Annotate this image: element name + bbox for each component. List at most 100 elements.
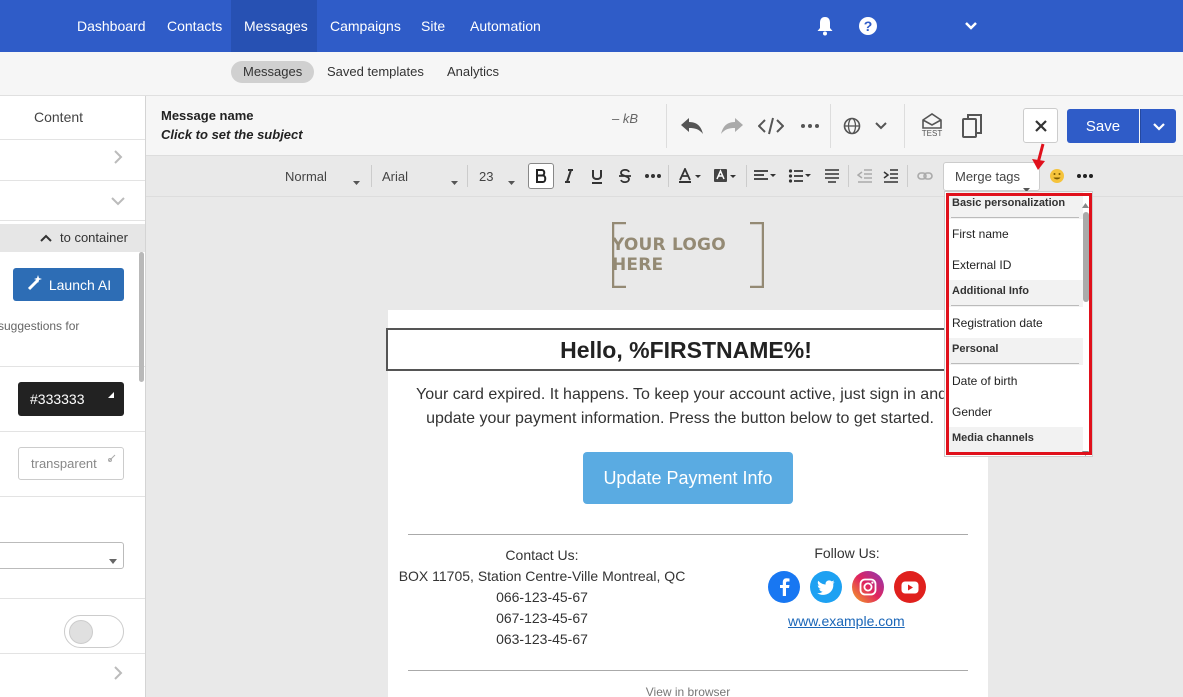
nav-site[interactable]: Site: [408, 0, 458, 52]
divider: [904, 104, 905, 148]
text-color-input[interactable]: #333333: [18, 382, 124, 416]
save-button[interactable]: Save: [1067, 109, 1139, 143]
more-icon[interactable]: [640, 163, 666, 189]
panel-scrollbar[interactable]: [139, 252, 144, 382]
resize-corner-icon: [108, 376, 114, 410]
background-color-input[interactable]: transparent: [18, 447, 124, 480]
message-name[interactable]: Message name: [161, 108, 254, 123]
nav-messages[interactable]: Messages: [231, 0, 317, 52]
bold-button[interactable]: [528, 163, 554, 189]
logo-placeholder[interactable]: YOUR LOGO HERE: [612, 222, 764, 288]
copy-icon[interactable]: [959, 112, 985, 140]
paragraph-style-select[interactable]: Normal: [285, 167, 327, 187]
close-icon: [1034, 113, 1048, 139]
website-link[interactable]: www.example.com: [788, 613, 905, 629]
divider: [907, 165, 908, 187]
globe-icon[interactable]: [841, 115, 863, 137]
panel-select[interactable]: [0, 542, 124, 569]
message-size: – kB: [612, 111, 639, 126]
subnav-saved-templates[interactable]: Saved templates: [315, 61, 436, 83]
link-icon[interactable]: [912, 163, 938, 189]
contact-address: BOX 11705, Station Centre-Ville Montreal…: [398, 568, 686, 584]
divider: [0, 598, 145, 599]
contact-title: Contact Us:: [505, 547, 579, 563]
subnav-analytics[interactable]: Analytics: [435, 61, 511, 83]
underline-button[interactable]: [584, 163, 610, 189]
chevron-down-icon: [1152, 119, 1165, 134]
undo-icon[interactable]: [678, 114, 706, 138]
indent-button[interactable]: [878, 163, 904, 189]
launch-ai-button[interactable]: Launch AI: [13, 268, 124, 301]
font-size-select[interactable]: 23: [479, 167, 493, 187]
italic-button[interactable]: [556, 163, 582, 189]
subject-field[interactable]: Click to set the subject: [161, 127, 303, 142]
divider: [848, 165, 849, 187]
divider: [666, 104, 667, 148]
strikethrough-button[interactable]: [612, 163, 638, 189]
follow-title: Follow Us:: [814, 545, 880, 561]
svg-text:?: ?: [864, 18, 873, 34]
more-icon[interactable]: [798, 114, 822, 138]
email-headline[interactable]: Hello, %FIRSTNAME%!: [386, 328, 986, 371]
instagram-icon[interactable]: [852, 571, 884, 603]
close-button[interactable]: [1023, 108, 1058, 143]
facebook-icon[interactable]: [768, 571, 800, 603]
logo-text: YOUR LOGO HERE: [612, 235, 726, 275]
list-button[interactable]: [786, 163, 816, 189]
test-email-icon[interactable]: TEST: [918, 110, 946, 140]
subnav-messages[interactable]: Messages: [231, 61, 315, 83]
editor-header: Message name Click to set the subject – …: [146, 96, 1183, 156]
top-navbar: Dashboard Contacts Messages Campaigns Si…: [0, 0, 1183, 52]
youtube-icon[interactable]: [894, 571, 926, 603]
content-label: Content: [34, 109, 84, 125]
email-divider: [408, 670, 968, 671]
nav-dashboard[interactable]: Dashboard: [64, 0, 159, 52]
chevron-down-icon[interactable]: [959, 14, 983, 38]
test-label: TEST: [921, 128, 943, 138]
merge-tags-label: Merge tags: [955, 169, 1021, 184]
redo-icon[interactable]: [718, 114, 746, 138]
to-container-bar[interactable]: to container: [0, 224, 145, 252]
view-in-browser-link[interactable]: View in browser: [388, 685, 988, 697]
dropdown-arrow-icon: [451, 174, 458, 189]
chevron-down-icon[interactable]: [873, 118, 889, 134]
more-icon[interactable]: [1072, 163, 1098, 189]
nav-campaigns[interactable]: Campaigns: [317, 0, 414, 52]
highlight-color-button[interactable]: [711, 163, 741, 189]
sub-navbar: Messages Saved templates Analytics: [0, 52, 1183, 96]
nav-automation[interactable]: Automation: [457, 0, 554, 52]
panel-section-row[interactable]: [0, 181, 145, 221]
code-icon[interactable]: [757, 114, 785, 138]
chevron-right-icon[interactable]: [113, 666, 123, 685]
merge-tags-dropdown[interactable]: Merge tags: [943, 162, 1040, 192]
magic-wand-icon: [26, 274, 44, 295]
update-payment-button[interactable]: Update Payment Info: [583, 452, 793, 504]
panel-toggle[interactable]: [64, 615, 124, 648]
line-height-button[interactable]: [819, 163, 845, 189]
align-button[interactable]: [751, 163, 781, 189]
save-options-button[interactable]: [1140, 109, 1176, 143]
divider: [830, 104, 831, 148]
outdent-button[interactable]: [852, 163, 878, 189]
content-tab[interactable]: Content: [0, 96, 145, 140]
to-container-label: to container: [60, 230, 128, 245]
text-color-button[interactable]: [676, 163, 706, 189]
text-color-value: #333333: [30, 391, 85, 407]
bell-icon[interactable]: [813, 14, 837, 38]
background-color-value: transparent: [31, 456, 97, 471]
email-divider: [408, 534, 968, 535]
divider: [371, 165, 372, 187]
font-family-select[interactable]: Arial: [382, 167, 408, 187]
twitter-icon[interactable]: [810, 571, 842, 603]
divider: [668, 165, 669, 187]
nav-contacts[interactable]: Contacts: [154, 0, 235, 52]
panel-section-row[interactable]: [0, 140, 145, 181]
help-icon[interactable]: ?: [856, 14, 880, 38]
divider: [467, 165, 468, 187]
email-body-text[interactable]: Your card expired. It happens. To keep y…: [388, 383, 988, 431]
divider: [0, 366, 145, 367]
merge-menu-highlight: [946, 193, 1092, 455]
contact-phone: 063-123-45-67: [496, 631, 588, 647]
chevron-down-icon: [111, 193, 125, 211]
toggle-knob: [69, 620, 93, 644]
